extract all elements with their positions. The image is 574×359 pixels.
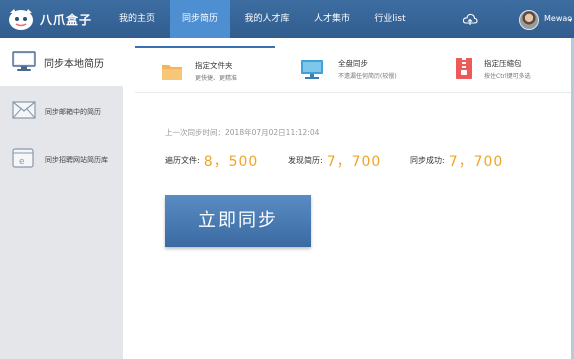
sidebar-item-label: 同步招聘网站简历库 <box>45 156 108 164</box>
sidebar-header-label: 同步本地简历 <box>44 59 104 70</box>
username[interactable]: Mewao <box>544 0 572 38</box>
last-sync-time: 上一次同步时间：2018年07月02日11:12:04 <box>165 127 319 138</box>
sidebar-item-local-sync[interactable]: 同步本地简历 <box>0 38 123 87</box>
nav-item-talent-pool[interactable]: 我的人才库 <box>236 0 298 38</box>
last-sync-label: 上一次同步时间： <box>165 128 225 137</box>
nav-item-home[interactable]: 我的主页 <box>109 0 165 38</box>
app-window: 八爪盒子 我的主页 同步简历 我的人才库 人才集市 行业list Mewao ▾… <box>0 0 574 359</box>
sidebar-item-job-site-sync[interactable]: e 同步招聘网站简历库 <box>0 141 123 181</box>
tab-desc: 更快捷、更精准 <box>195 75 238 82</box>
monitor-icon <box>301 60 323 79</box>
sync-mode-tabs: 指定文件夹 更快捷、更精准 全盘同步 不遗漏任何简历(较慢) 指定压缩包 按住C… <box>135 46 574 92</box>
computer-icon <box>12 51 36 71</box>
stat-label: 遍历文件: <box>165 156 200 165</box>
sidebar: 同步邮箱中的简历 e 同步招聘网站简历库 <box>0 87 123 359</box>
tab-title: 指定文件夹 <box>195 61 233 70</box>
stat-value: 7，700 <box>326 153 382 170</box>
logo[interactable]: 八爪盒子 <box>8 6 92 32</box>
nav-item-talent-market[interactable]: 人才集市 <box>302 0 362 38</box>
envelope-icon <box>12 101 36 119</box>
cloud-upload-icon[interactable] <box>462 11 478 27</box>
svg-text:e: e <box>19 157 25 167</box>
stat-sync-success: 同步成功: 7，700 <box>410 150 503 170</box>
zip-icon <box>456 58 472 79</box>
avatar[interactable] <box>519 10 539 30</box>
tab-title: 指定压缩包 <box>484 59 522 68</box>
tab-desc: 按住Ctrl键可多选 <box>484 73 531 80</box>
tab-specified-archive[interactable]: 指定压缩包 按住Ctrl键可多选 <box>445 46 574 92</box>
stat-value: 8，500 <box>203 153 259 170</box>
tab-specified-folder[interactable]: 指定文件夹 更快捷、更精准 <box>135 46 275 92</box>
stat-files-scanned: 遍历文件: 8，500 <box>165 150 258 170</box>
stat-label: 发现简历: <box>288 156 323 165</box>
brand-name: 八爪盒子 <box>40 12 93 27</box>
tab-title: 全盘同步 <box>338 59 368 68</box>
sync-now-button[interactable]: 立即同步 <box>165 195 311 247</box>
last-sync-value: 2018年07月02日11:12:04 <box>225 128 320 137</box>
tab-desc: 不遗漏任何简历(较慢) <box>338 73 397 80</box>
mascot-logo-icon <box>9 9 33 30</box>
stat-value: 7，700 <box>448 153 504 170</box>
stat-label: 同步成功: <box>410 156 445 165</box>
sidebar-item-email-sync[interactable]: 同步邮箱中的简历 <box>0 93 123 133</box>
folder-icon <box>162 65 182 80</box>
chevron-down-icon[interactable]: ▾ <box>569 17 572 24</box>
tab-full-disk-sync[interactable]: 全盘同步 不遗漏任何简历(较慢) <box>285 46 435 92</box>
browser-icon: e <box>12 148 34 168</box>
nav-item-industry-list[interactable]: 行业list <box>366 0 414 38</box>
top-nav-bar: 八爪盒子 我的主页 同步简历 我的人才库 人才集市 行业list Mewao ▾ <box>0 0 574 38</box>
sidebar-item-label: 同步邮箱中的简历 <box>45 108 101 116</box>
stat-resumes-found: 发现简历: 7，700 <box>288 150 381 170</box>
nav-item-sync-resume[interactable]: 同步简历 <box>170 0 230 38</box>
